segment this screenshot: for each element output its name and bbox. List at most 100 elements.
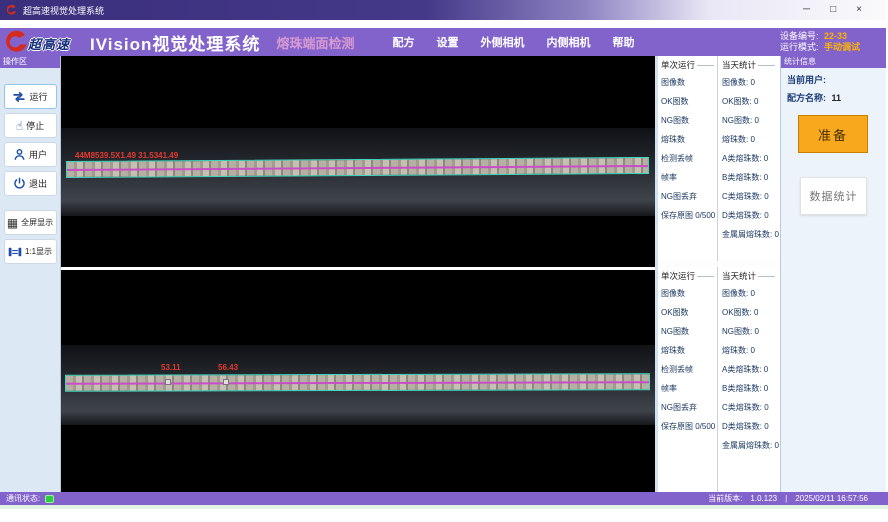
stat-value: A类熔珠数: 0 (719, 360, 777, 379)
stat-label: NG图丢弃 (658, 187, 716, 206)
fullscreen-button[interactable]: ▦ 全屏显示 (4, 210, 57, 235)
bead-marker (165, 379, 171, 385)
stop-button-label: 停止 (26, 119, 44, 132)
single-run-title: 单次运行 (661, 59, 695, 71)
recipe-name-value: 11 (832, 93, 842, 103)
operation-sidebar: 操作区 运行 ☝ 停止 用户 退出 ▦ 全屏显示 (0, 56, 61, 492)
close-icon[interactable]: × (856, 0, 862, 20)
power-icon (13, 177, 26, 190)
app-title: IVision视觉处理系统 (90, 30, 260, 55)
version-label: 当前版本: (708, 493, 742, 504)
prepare-button[interactable]: 准备 (798, 115, 868, 153)
brand-logo-icon (4, 29, 30, 55)
status-separator: | (785, 494, 787, 503)
fullscreen-grid-icon: ▦ (7, 217, 18, 229)
one-to-one-button[interactable]: 1:1显示 (4, 239, 57, 264)
stat-label: 帧率 (658, 168, 716, 187)
sidebar-title: 操作区 (0, 56, 60, 68)
exit-button[interactable]: 退出 (4, 171, 57, 196)
measurement-annotation: 56.43 (218, 363, 238, 372)
hand-stop-icon: ☝ (16, 120, 23, 132)
header-info: 设备编号: 22-33 运行模式: 手动调试 (780, 31, 860, 53)
minimize-icon[interactable]: ─ (803, 0, 810, 20)
brand-logo: 超高速 (4, 28, 90, 56)
user-icon (13, 148, 26, 161)
window-titlebar: 超高速视觉处理系统 ─ □ × (0, 0, 886, 20)
stat-value: 熔珠数: 0 (719, 130, 777, 149)
stat-value: C类熔珠数: 0 (719, 398, 777, 417)
today-stats-title: 当天统计 (722, 270, 756, 282)
measurement-annotation: 44M8539.5X1.49 31.5341.49 (75, 151, 178, 160)
status-bar: 通讯状态: 当前版本: 1.0.123 | 2025/02/11 16:57:5… (0, 492, 888, 505)
one-to-one-button-label: 1:1显示 (25, 246, 52, 257)
stat-label: NG图数 (658, 322, 716, 341)
run-cycle-icon (12, 91, 26, 103)
recipe-name-label: 配方名称: (787, 93, 826, 103)
datetime-value: 2025/02/11 16:57:56 (795, 494, 868, 503)
camera-view-outer[interactable]: 44M8539.5X1.49 31.5341.49 (61, 56, 655, 267)
menu-item[interactable]: 设置 (436, 34, 458, 50)
main-menu: 配方 设置 外侧相机 内侧相机 帮助 (392, 34, 634, 50)
stat-label: 保存原图 0/500 (658, 417, 716, 436)
user-button-label: 用户 (29, 148, 47, 161)
app-subtitle: 熔珠端面检测 (276, 33, 354, 52)
stat-label: 检测丢帧 (658, 149, 716, 168)
stat-value: 金属屑熔珠数: 0 (719, 225, 777, 244)
stat-label: OK图数 (658, 303, 716, 322)
menu-item[interactable]: 外侧相机 (480, 34, 524, 50)
statistics-info-panel: 统计信息 当前用户: 配方名称: 11 准备 数据统计 (780, 56, 886, 492)
restore-icon[interactable]: □ (830, 0, 836, 20)
menu-item[interactable]: 配方 (392, 34, 414, 50)
stat-label: 图像数 (658, 284, 716, 303)
measurement-annotation: 53.11 (161, 363, 181, 372)
run-button-label: 运行 (29, 90, 47, 103)
one-to-one-icon (8, 246, 22, 258)
bead-marker (223, 379, 229, 385)
current-user-label: 当前用户: (787, 75, 826, 85)
stat-label: 熔珠数 (658, 130, 716, 149)
stat-value: NG图数: 0 (719, 111, 777, 130)
weld-bead-roi (65, 373, 650, 392)
stat-label: OK图数 (658, 92, 716, 111)
today-stats-column: 当天统计 图像数: 0OK图数: 0NG图数: 0熔珠数: 0A类熔珠数: 0B… (719, 56, 777, 261)
info-panel-title: 统计信息 (781, 56, 886, 68)
stat-value: 图像数: 0 (719, 284, 777, 303)
version-value: 1.0.123 (750, 494, 777, 503)
user-button[interactable]: 用户 (4, 142, 57, 167)
app-logo-icon (6, 4, 18, 16)
bead-centerline (66, 381, 649, 385)
stat-label: 图像数 (658, 73, 716, 92)
device-number-value: 22-33 (824, 31, 847, 41)
stat-value: 金属屑熔珠数: 0 (719, 436, 777, 455)
single-run-title: 单次运行 (661, 270, 695, 282)
stat-value: C类熔珠数: 0 (719, 187, 777, 206)
fullscreen-button-label: 全屏显示 (21, 217, 53, 228)
run-mode-label: 运行模式: (780, 42, 819, 52)
stat-value: 图像数: 0 (719, 73, 777, 92)
brand-logo-text: 超高速 (28, 34, 70, 53)
run-button[interactable]: 运行 (4, 84, 57, 109)
menu-item[interactable]: 帮助 (612, 34, 634, 50)
menu-item[interactable]: 内侧相机 (546, 34, 590, 50)
stat-value: A类熔珠数: 0 (719, 149, 777, 168)
today-stats-column: 当天统计 图像数: 0OK图数: 0NG图数: 0熔珠数: 0A类熔珠数: 0B… (719, 267, 777, 492)
data-statistics-button[interactable]: 数据统计 (800, 177, 867, 215)
stat-value: B类熔珠数: 0 (719, 168, 777, 187)
stat-label: 帧率 (658, 379, 716, 398)
stat-value: D类熔珠数: 0 (719, 417, 777, 436)
stat-label: 熔珠数 (658, 341, 716, 360)
stat-label: 保存原图 0/500 (658, 206, 716, 225)
comm-status-indicator (45, 495, 54, 503)
stat-value: OK图数: 0 (719, 303, 777, 322)
camera-view-inner[interactable]: 53.11 56.43 (61, 270, 655, 492)
stat-value: NG图数: 0 (719, 322, 777, 341)
window-controls: ─ □ × (803, 0, 862, 20)
run-mode-value: 手动调试 (824, 42, 860, 52)
stats-panel-top: 单次运行 图像数OK图数NG图数熔珠数检测丢帧帧率NG图丢弃保存原图 0/500… (658, 56, 778, 261)
stat-label: NG图数 (658, 111, 716, 130)
taskbar-strip (0, 505, 888, 509)
stop-button[interactable]: ☝ 停止 (4, 113, 57, 138)
comm-status-label: 通讯状态: (6, 493, 40, 504)
device-number-label: 设备编号: (780, 31, 819, 41)
stat-label: NG图丢弃 (658, 398, 716, 417)
